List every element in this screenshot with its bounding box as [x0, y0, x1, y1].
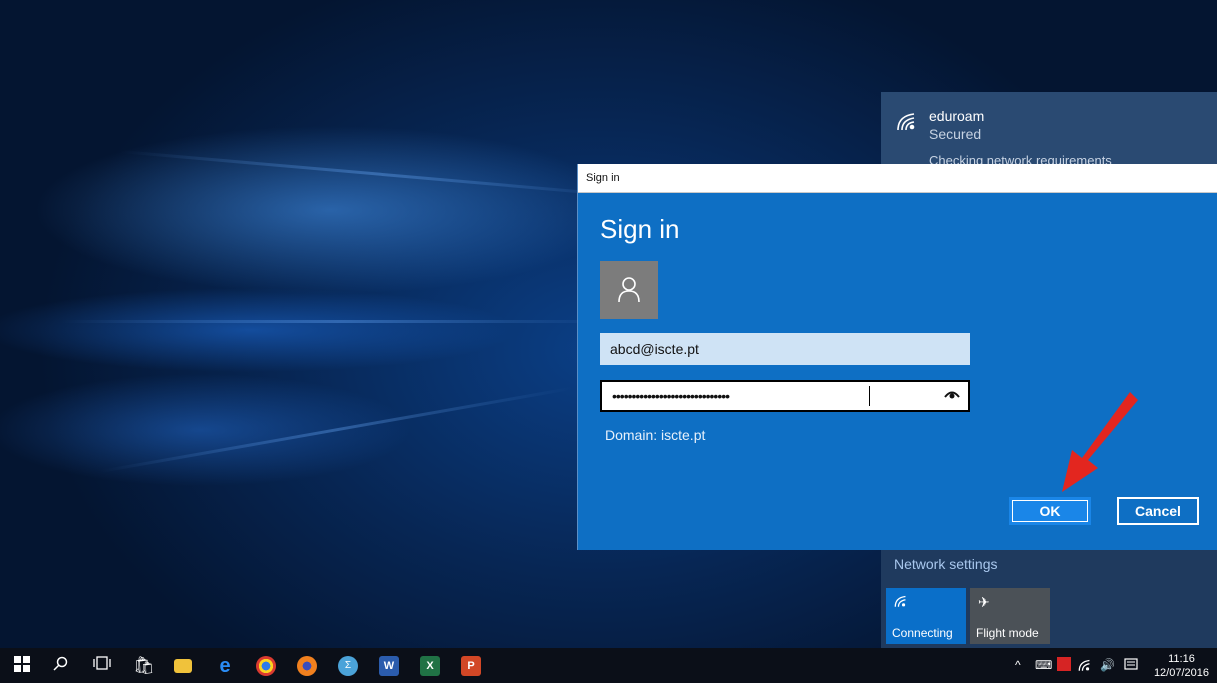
excel-icon[interactable]: X: [420, 656, 440, 676]
light-beam: [119, 150, 639, 199]
acrobat-icon[interactable]: [1057, 657, 1071, 671]
wifi-tray-icon[interactable]: [1078, 658, 1092, 675]
sigma-app-icon[interactable]: Σ: [338, 656, 358, 676]
word-icon[interactable]: W: [379, 656, 399, 676]
cancel-button[interactable]: Cancel: [1117, 497, 1199, 525]
red-arrow-annotation: [1062, 392, 1138, 492]
task-view-icon[interactable]: [92, 656, 112, 676]
taskbar-clock[interactable]: 11:16 12/07/2016: [1154, 652, 1209, 680]
reveal-password-icon[interactable]: [944, 387, 960, 403]
file-explorer-icon[interactable]: [174, 659, 192, 673]
chrome-icon[interactable]: [256, 656, 276, 676]
username-field[interactable]: [600, 333, 970, 365]
tile-label: Connecting: [892, 626, 953, 640]
dialog-title: Sign in: [586, 172, 620, 184]
taskbar: 🛍 e Σ W X P ^ ⌨ 🔊 11:16 12/07/2016: [0, 648, 1217, 683]
ok-button[interactable]: OK: [1009, 497, 1091, 525]
edge-browser-icon[interactable]: e: [215, 656, 235, 676]
wifi-icon: [894, 594, 908, 611]
dialog-heading: Sign in: [600, 214, 680, 244]
light-beam: [60, 320, 620, 323]
tile-label: Flight mode: [976, 626, 1039, 640]
airplane-icon: ✈: [978, 594, 990, 610]
powerpoint-icon[interactable]: P: [461, 656, 481, 676]
dialog-titlebar[interactable]: Sign in: [578, 164, 1217, 193]
password-mask: ••••••••••••••••••••••••••••••: [612, 388, 730, 404]
network-settings-link[interactable]: Network settings: [894, 556, 997, 572]
password-field[interactable]: ••••••••••••••••••••••••••••••: [600, 380, 970, 412]
firefox-icon[interactable]: [297, 656, 317, 676]
tile-wifi-connecting[interactable]: Connecting: [886, 588, 966, 644]
store-icon[interactable]: 🛍: [133, 656, 155, 676]
clock-date: 12/07/2016: [1153, 667, 1209, 679]
network-name: eduroam: [929, 108, 985, 124]
search-icon[interactable]: [51, 656, 71, 676]
network-status: Secured: [929, 126, 982, 142]
avatar: [600, 261, 658, 319]
clock-time: 11:16: [1168, 653, 1195, 665]
user-icon: [618, 277, 640, 303]
light-beam: [99, 386, 573, 473]
tile-flight-mode[interactable]: ✈ Flight mode: [970, 588, 1050, 644]
action-center-icon[interactable]: [1124, 658, 1138, 675]
wifi-icon: [896, 110, 918, 132]
keyboard-icon[interactable]: ⌨: [1035, 658, 1052, 672]
volume-icon[interactable]: 🔊: [1100, 658, 1115, 672]
chevron-up-icon[interactable]: ^: [1015, 658, 1021, 672]
text-caret: [869, 386, 870, 406]
windows-start-icon[interactable]: [12, 656, 32, 676]
domain-label: Domain: iscte.pt: [605, 427, 706, 443]
